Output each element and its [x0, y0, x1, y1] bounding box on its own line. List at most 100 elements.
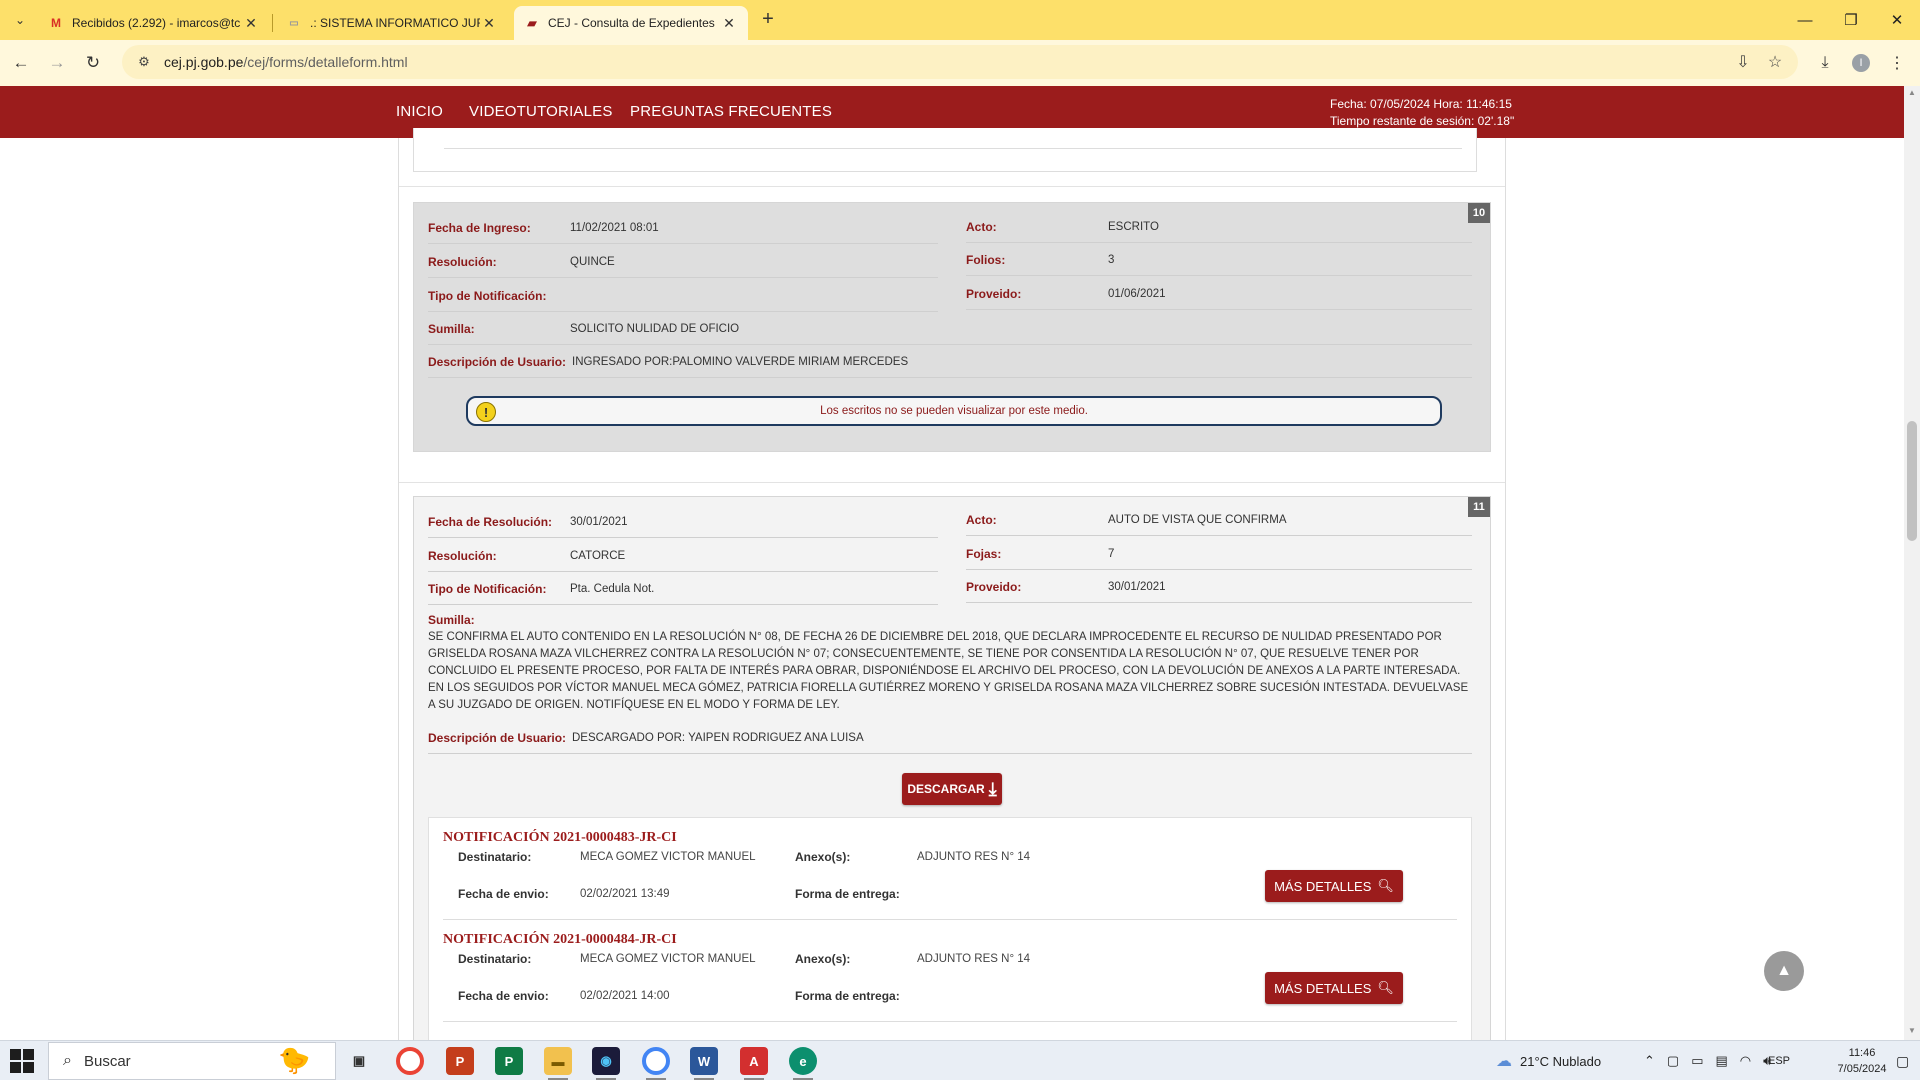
- tab-cej[interactable]: ▰ CEJ - Consulta de Expedientes ✕: [514, 6, 748, 40]
- field-label: Acto:: [966, 513, 997, 527]
- download-button[interactable]: DESCARGAR ⤓: [902, 773, 1002, 805]
- weather-widget[interactable]: ☁ 21°C Nublado: [1496, 1041, 1601, 1081]
- field-sumilla: Sumilla: SOLICITO NULIDAD DE OFICIO: [428, 312, 1472, 345]
- url-text: cej.pj.gob.pe/cej/forms/detalleform.html: [164, 54, 408, 70]
- field-label: Proveido:: [966, 287, 1022, 301]
- system-tray: ⌃ ▢ ▭ ▤ ◠ 🔊︎: [1644, 1041, 1771, 1081]
- clock-date: 7/05/2024: [1837, 1063, 1887, 1075]
- menu-kebab-icon[interactable]: ⋮: [1884, 50, 1910, 76]
- display-icon[interactable]: ▤: [1716, 1053, 1728, 1069]
- sent-date-label: Fecha de envio:: [458, 887, 549, 901]
- word-icon[interactable]: W: [690, 1047, 718, 1075]
- field-value: 11/02/2021 08:01: [570, 222, 659, 234]
- annex-label: Anexo(s):: [795, 850, 851, 864]
- session-info: Fecha: 07/05/2024 Hora: 11:46:15 Tiempo …: [1330, 96, 1514, 130]
- field-proveido: Proveido: 30/01/2021: [966, 570, 1472, 603]
- scroll-thumb[interactable]: [1907, 421, 1917, 541]
- nav-inicio[interactable]: INICIO: [396, 103, 443, 120]
- notice-message: Los escritos no se pueden visualizar por…: [820, 405, 1088, 417]
- nav-videotutoriales[interactable]: VIDEOTUTORIALES: [469, 103, 613, 120]
- field-descripcion-usuario: Descripción de Usuario: INGRESADO POR:PA…: [428, 345, 1472, 378]
- taskbar-clock[interactable]: 11:46 7/05/2024: [1832, 1045, 1892, 1077]
- minimize-button[interactable]: —: [1782, 0, 1828, 40]
- bookmark-star-icon[interactable]: ☆: [1760, 45, 1790, 79]
- windows-taskbar: ⌕ Buscar 🐤 ▣ P P ▬ ◉ W A e ☁ 21°C Nublad…: [0, 1040, 1920, 1080]
- field-value: DESCARGADO POR: YAIPEN RODRIGUEZ ANA LUI…: [572, 732, 864, 744]
- file-explorer-icon[interactable]: ▬: [544, 1047, 572, 1075]
- field-value: 01/06/2021: [1108, 288, 1166, 300]
- previous-record-stub: [413, 128, 1477, 172]
- annex-value: ADJUNTO RES N° 14: [917, 851, 1031, 863]
- recipient-value: MECA GOMEZ VICTOR MANUEL: [580, 953, 756, 965]
- cloud-icon: ☁: [1496, 1053, 1512, 1070]
- field-value: INGRESADO POR:PALOMINO VALVERDE MIRIAM M…: [572, 356, 909, 368]
- site-info-icon[interactable]: ⚙: [130, 54, 158, 70]
- arrow-up-icon: ▲: [1776, 962, 1792, 979]
- tab-search-button[interactable]: ⌄: [6, 8, 34, 32]
- notification-item: NOTIFICACIÓN 2021-0000483-JR-CI Destinat…: [443, 818, 1457, 920]
- powerpoint-icon[interactable]: P: [446, 1047, 474, 1075]
- field-value: QUINCE: [570, 256, 615, 268]
- more-details-button[interactable]: MÁS DETALLES 🔍︎: [1265, 870, 1403, 902]
- field-value: AUTO DE VISTA QUE CONFIRMA: [1108, 514, 1287, 526]
- weather-text: 21°C Nublado: [1520, 1053, 1602, 1069]
- content-container: 10 Fecha de Ingreso: 11/02/2021 08:01 Re…: [398, 128, 1506, 1040]
- edge-icon[interactable]: e: [789, 1047, 817, 1075]
- install-app-icon[interactable]: ⇩: [1728, 45, 1758, 79]
- field-label: Resolución:: [428, 549, 497, 563]
- battery-icon[interactable]: ▭: [1691, 1053, 1703, 1069]
- field-resolucion: Resolución: CATORCE: [428, 539, 938, 572]
- publisher-icon[interactable]: P: [495, 1047, 523, 1075]
- downloads-icon[interactable]: ⤓: [1812, 50, 1838, 76]
- pj-icon: ▰: [527, 16, 537, 30]
- field-tipo-notificacion: Tipo de Notificación: Pta. Cedula Not.: [428, 572, 938, 605]
- reload-button[interactable]: ↻: [80, 50, 106, 76]
- meet-icon[interactable]: ▢: [1667, 1053, 1679, 1069]
- divider: [444, 148, 1462, 149]
- address-bar[interactable]: ⚙ cej.pj.gob.pe/cej/forms/detalleform.ht…: [122, 45, 1798, 79]
- back-button[interactable]: ←: [8, 50, 34, 76]
- wifi-icon[interactable]: ◠: [1740, 1053, 1751, 1069]
- profile-button[interactable]: I: [1848, 50, 1874, 76]
- restore-button[interactable]: ❐: [1828, 0, 1874, 40]
- field-label: Resolución:: [428, 255, 497, 269]
- more-details-button[interactable]: MÁS DETALLES 🔍︎: [1265, 972, 1403, 1004]
- browser-toolbar: ← → ↻ ⚙ cej.pj.gob.pe/cej/forms/detallef…: [0, 40, 1920, 86]
- field-value: 30/01/2021: [570, 516, 628, 528]
- chrome-profile-icon[interactable]: [642, 1047, 670, 1075]
- nav-preguntas-frecuentes[interactable]: PREGUNTAS FRECUENTES: [630, 103, 832, 120]
- close-tab-icon[interactable]: ✕: [480, 15, 498, 32]
- tab-sistema[interactable]: ▭ .: SISTEMA INFORMATICO JURI ✕: [276, 6, 508, 40]
- tab-title: Recibidos (2.292) - imarcos@tc: [72, 16, 241, 30]
- new-tab-button[interactable]: +: [756, 8, 780, 32]
- scroll-down-icon[interactable]: ▼: [1907, 1026, 1917, 1035]
- search-icon: 🔍︎: [1377, 878, 1394, 893]
- task-view-icon[interactable]: ▣: [345, 1047, 373, 1075]
- notifications-icon[interactable]: ▢: [1896, 1041, 1909, 1081]
- field-label: Tipo de Notificación:: [428, 582, 547, 596]
- close-tab-icon[interactable]: ✕: [242, 15, 260, 32]
- field-value: SOLICITO NULIDAD DE OFICIO: [570, 323, 740, 335]
- close-tab-icon[interactable]: ✕: [720, 15, 738, 32]
- close-window-button[interactable]: ✕: [1874, 0, 1920, 40]
- search-icon: ⌕: [63, 1052, 72, 1069]
- field-value: 30/01/2021: [1108, 581, 1166, 593]
- page-scrollbar[interactable]: ▲ ▼: [1904, 86, 1920, 1040]
- avatar: I: [1852, 54, 1870, 72]
- forward-button[interactable]: →: [44, 50, 70, 76]
- field-proveido: Proveido: 01/06/2021: [966, 277, 1472, 310]
- acrobat-icon[interactable]: A: [740, 1047, 768, 1075]
- media-app-icon[interactable]: ◉: [592, 1047, 620, 1075]
- scroll-up-icon[interactable]: ▲: [1907, 88, 1917, 97]
- scroll-to-top-button[interactable]: ▲: [1764, 951, 1804, 991]
- tab-gmail[interactable]: M Recibidos (2.292) - imarcos@tc ✕: [38, 6, 270, 40]
- chrome-icon[interactable]: [396, 1047, 424, 1075]
- tab-strip: ⌄ M Recibidos (2.292) - imarcos@tc ✕ ▭ .…: [0, 0, 1920, 40]
- field-value: Pta. Cedula Not.: [570, 583, 655, 595]
- language-indicator[interactable]: ESP: [1768, 1041, 1790, 1081]
- chevron-up-icon[interactable]: ⌃: [1644, 1053, 1655, 1069]
- sent-date-value: 02/02/2021 14:00: [580, 990, 670, 1002]
- tab-title: .: SISTEMA INFORMATICO JURI: [310, 16, 480, 30]
- field-label: Acto:: [966, 220, 997, 234]
- windows-start-icon[interactable]: [10, 1049, 34, 1073]
